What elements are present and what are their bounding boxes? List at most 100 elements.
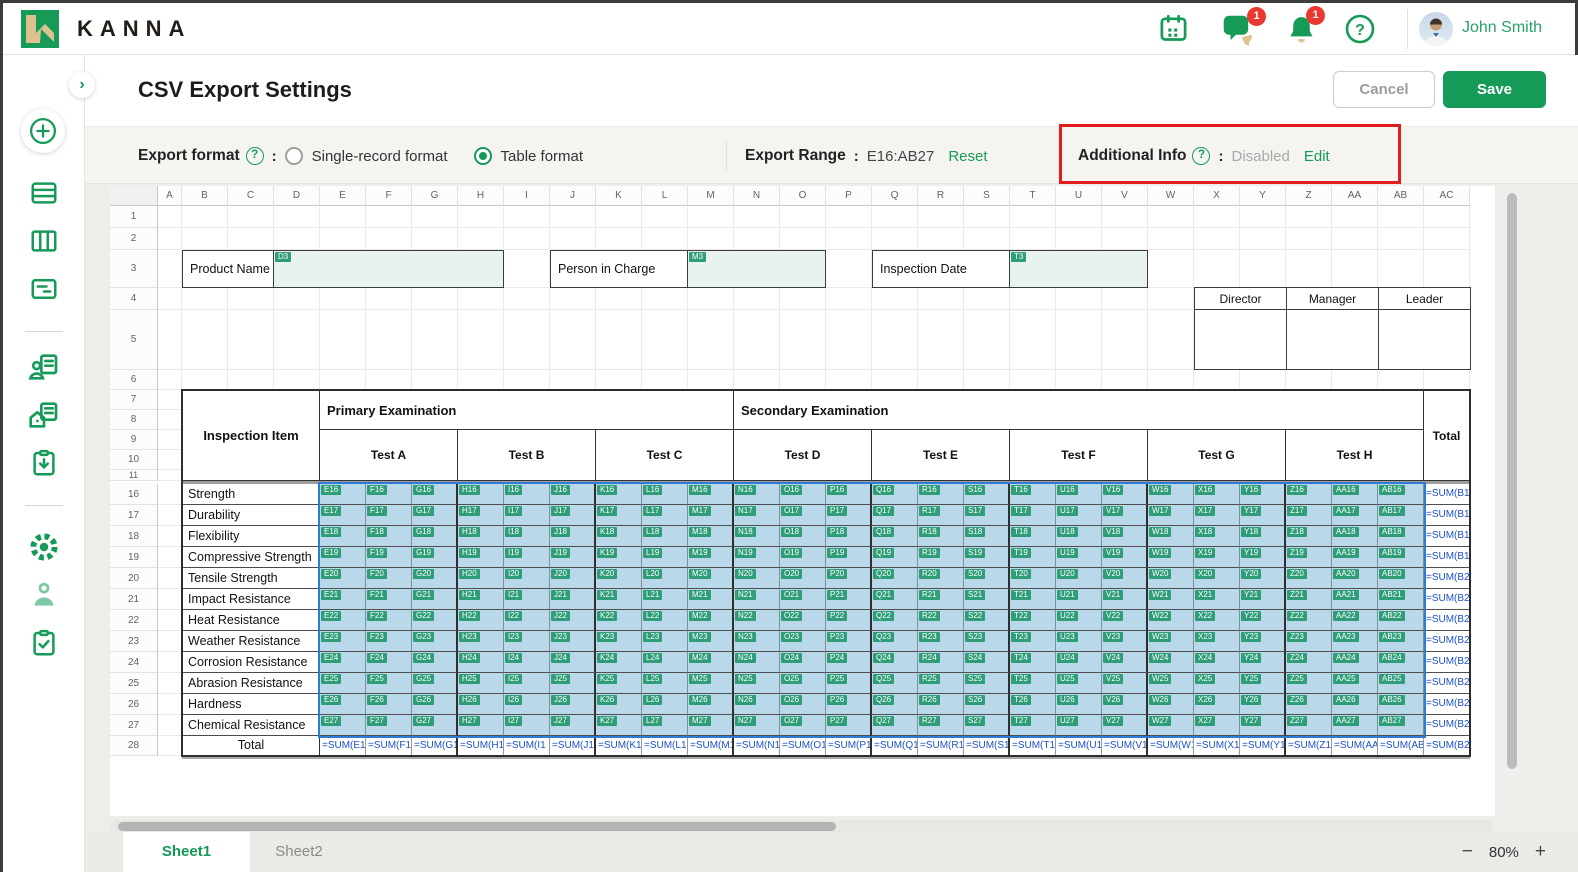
data-cell[interactable]: G16 (412, 484, 458, 505)
data-cell[interactable]: Q25 (872, 673, 918, 694)
data-cell[interactable]: AA25 (1332, 673, 1378, 694)
row-header[interactable]: 19 (110, 547, 158, 568)
data-cell[interactable]: Q27 (872, 715, 918, 736)
data-cell[interactable]: U24 (1056, 652, 1102, 673)
data-cell[interactable]: Z18 (1286, 526, 1332, 547)
data-cell[interactable]: M23 (688, 631, 734, 652)
data-cell[interactable]: U21 (1056, 589, 1102, 610)
data-cell[interactable]: V19 (1102, 547, 1148, 568)
data-cell[interactable]: U25 (1056, 673, 1102, 694)
data-cell[interactable]: N16 (734, 484, 780, 505)
col-header[interactable]: G (412, 186, 458, 206)
data-cell[interactable]: O26 (780, 694, 826, 715)
data-cell[interactable]: X16 (1194, 484, 1240, 505)
data-cell[interactable]: AB20 (1378, 568, 1424, 589)
data-cell[interactable]: S25 (964, 673, 1010, 694)
data-cell[interactable]: F24 (366, 652, 412, 673)
data-cell[interactable]: AA22 (1332, 610, 1378, 631)
data-cell[interactable]: Y22 (1240, 610, 1286, 631)
radio-table-format[interactable]: Table format (474, 147, 584, 165)
data-cell[interactable]: AA23 (1332, 631, 1378, 652)
data-cell[interactable]: K18 (596, 526, 642, 547)
data-cell[interactable]: M19 (688, 547, 734, 568)
data-cell[interactable]: F27 (366, 715, 412, 736)
row-header[interactable]: 16 (110, 484, 158, 505)
data-cell[interactable]: Q24 (872, 652, 918, 673)
data-cell[interactable]: Q21 (872, 589, 918, 610)
data-cell[interactable]: Y19 (1240, 547, 1286, 568)
data-cell[interactable]: K25 (596, 673, 642, 694)
row-total-formula-cell[interactable]: =SUM(B27: (1424, 715, 1470, 736)
data-cell[interactable]: G24 (412, 652, 458, 673)
data-cell[interactable]: P17 (826, 505, 872, 526)
data-cell[interactable]: N21 (734, 589, 780, 610)
data-cell[interactable]: K27 (596, 715, 642, 736)
col-total-formula-cell[interactable]: =SUM(F1 (366, 736, 412, 756)
col-header[interactable]: U (1056, 186, 1102, 206)
data-cell[interactable]: G22 (412, 610, 458, 631)
col-header[interactable]: Q (872, 186, 918, 206)
data-cell[interactable]: I26 (504, 694, 550, 715)
data-cell[interactable]: N19 (734, 547, 780, 568)
data-cell[interactable]: J24 (550, 652, 596, 673)
data-cell[interactable]: U16 (1056, 484, 1102, 505)
sidebar-collapse-button[interactable]: › (69, 72, 95, 98)
data-cell[interactable]: X21 (1194, 589, 1240, 610)
data-cell[interactable]: H26 (458, 694, 504, 715)
data-cell[interactable]: Z20 (1286, 568, 1332, 589)
data-cell[interactable]: N27 (734, 715, 780, 736)
col-header[interactable]: R (918, 186, 964, 206)
data-cell[interactable]: AA26 (1332, 694, 1378, 715)
data-cell[interactable]: AA18 (1332, 526, 1378, 547)
data-cell[interactable]: E20 (320, 568, 366, 589)
data-cell[interactable]: P16 (826, 484, 872, 505)
data-cell[interactable]: U26 (1056, 694, 1102, 715)
data-cell[interactable]: P24 (826, 652, 872, 673)
row-total-formula-cell[interactable]: =SUM(B16: (1424, 484, 1470, 505)
data-cell[interactable]: P25 (826, 673, 872, 694)
row-total-formula-cell[interactable]: =SUM(B23: (1424, 631, 1470, 652)
data-cell[interactable]: S16 (964, 484, 1010, 505)
data-cell[interactable]: P27 (826, 715, 872, 736)
data-cell[interactable]: V16 (1102, 484, 1148, 505)
data-cell[interactable]: K17 (596, 505, 642, 526)
avatar[interactable] (1419, 12, 1453, 46)
zoom-in-button[interactable]: + (1525, 841, 1556, 863)
row-header[interactable]: 1 (110, 206, 158, 228)
col-header[interactable]: W (1148, 186, 1194, 206)
reset-link[interactable]: Reset (948, 148, 987, 165)
data-cell[interactable]: P22 (826, 610, 872, 631)
data-cell[interactable]: E27 (320, 715, 366, 736)
data-cell[interactable]: G17 (412, 505, 458, 526)
data-cell[interactable]: H27 (458, 715, 504, 736)
data-cell[interactable]: J19 (550, 547, 596, 568)
data-cell[interactable]: G25 (412, 673, 458, 694)
data-cell[interactable]: H20 (458, 568, 504, 589)
data-cell[interactable]: X25 (1194, 673, 1240, 694)
sidebar-item-import[interactable] (28, 447, 60, 479)
row-header[interactable]: 18 (110, 526, 158, 547)
edit-link[interactable]: Edit (1304, 148, 1330, 165)
additional-info-help-icon[interactable]: ? (1192, 147, 1210, 165)
data-cell[interactable]: Y18 (1240, 526, 1286, 547)
tab-sheet1[interactable]: Sheet1 (123, 832, 250, 872)
data-cell[interactable]: AB16 (1378, 484, 1424, 505)
data-cell[interactable]: AB24 (1378, 652, 1424, 673)
data-cell[interactable]: S23 (964, 631, 1010, 652)
data-cell[interactable]: P18 (826, 526, 872, 547)
data-cell[interactable]: J21 (550, 589, 596, 610)
data-cell[interactable]: Z27 (1286, 715, 1332, 736)
col-header[interactable]: B (182, 186, 228, 206)
row-total-formula-cell[interactable]: =SUM(B26: (1424, 694, 1470, 715)
data-cell[interactable]: AA17 (1332, 505, 1378, 526)
approval-signature-cell[interactable] (1378, 309, 1471, 370)
col-total-formula-cell[interactable]: =SUM(K1 (596, 736, 642, 756)
data-cell[interactable]: P19 (826, 547, 872, 568)
col-header[interactable]: AA (1332, 186, 1378, 206)
data-cell[interactable]: O19 (780, 547, 826, 568)
data-cell[interactable]: G18 (412, 526, 458, 547)
row-total-formula-cell[interactable]: =SUM(B18: (1424, 526, 1470, 547)
data-cell[interactable]: F19 (366, 547, 412, 568)
data-cell[interactable]: M17 (688, 505, 734, 526)
data-cell[interactable]: R23 (918, 631, 964, 652)
